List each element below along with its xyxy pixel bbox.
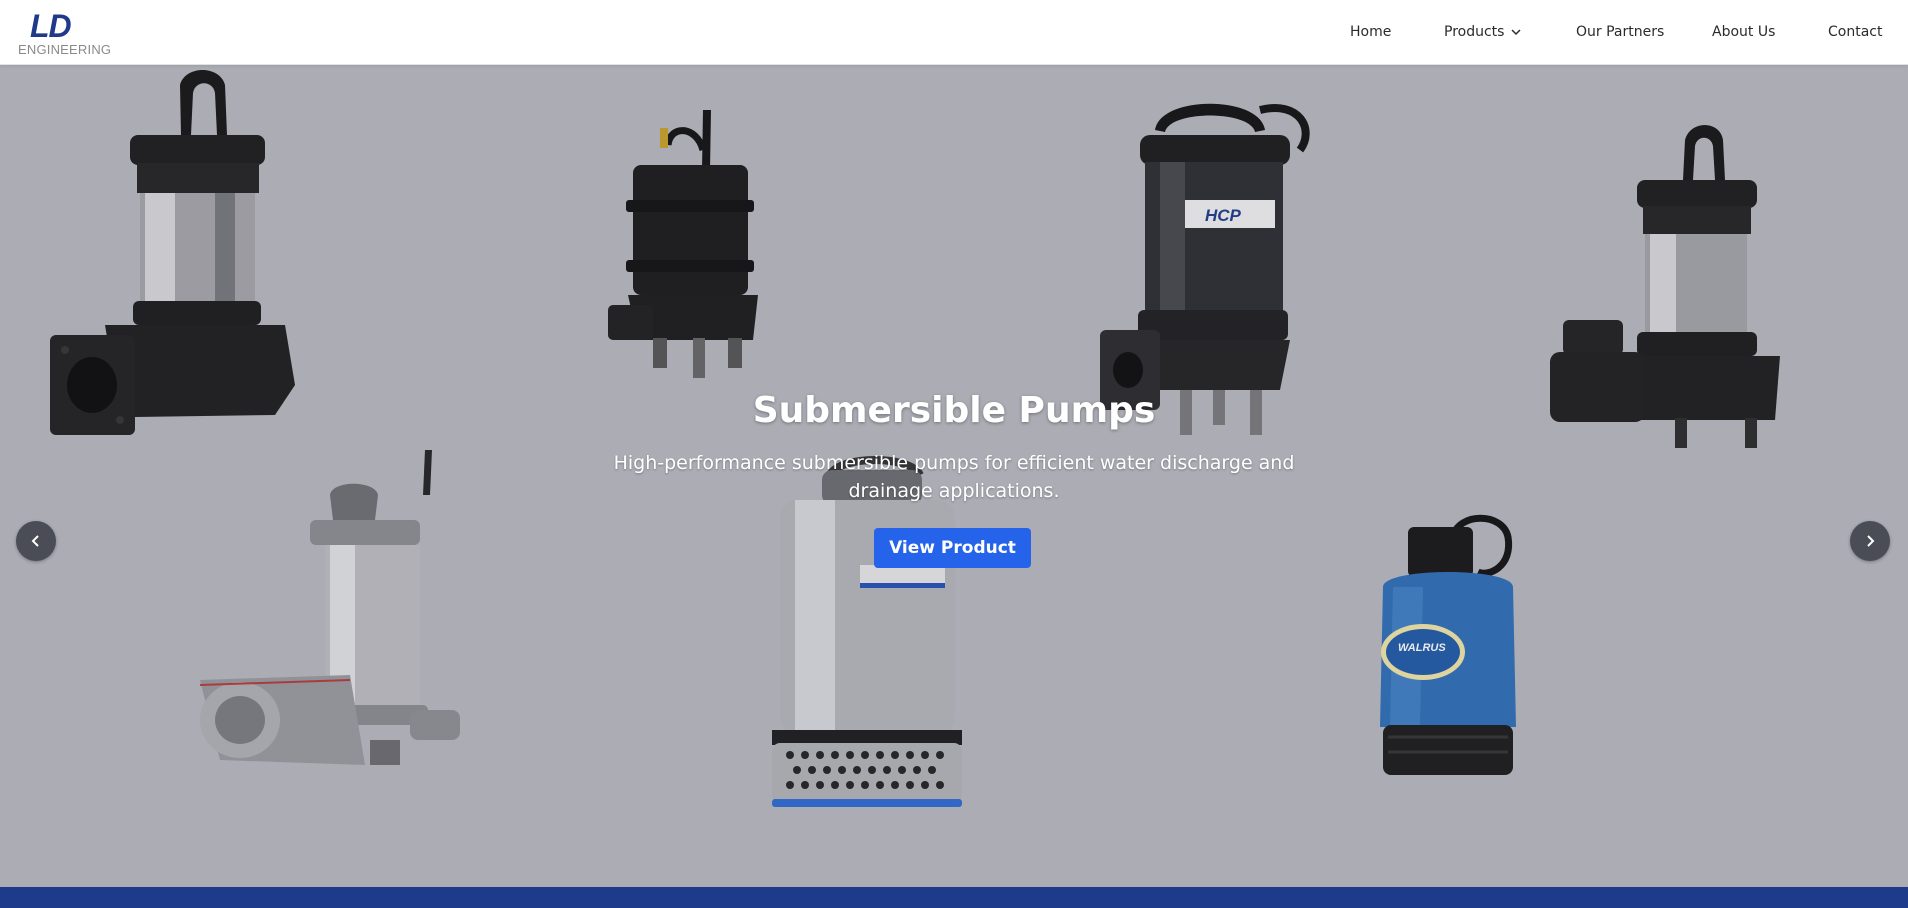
nav-contact[interactable]: Contact — [1828, 24, 1882, 40]
footer-band — [0, 887, 1908, 908]
hero-subtitle: High-performance submersible pumps for e… — [613, 452, 1295, 502]
nav-products[interactable]: Products — [1444, 24, 1522, 40]
carousel-prev-button[interactable] — [16, 521, 56, 561]
nav-our-partners[interactable]: Our Partners — [1576, 24, 1664, 40]
carousel-next-button[interactable] — [1850, 521, 1890, 561]
logo-subtitle: ENGINEERING — [18, 42, 112, 57]
logo[interactable]: LD ENGINEERING — [18, 8, 118, 58]
navbar: LD ENGINEERING Home Products Our Partner… — [0, 0, 1908, 65]
hero-carousel: HCP WALRUS Submersible Pumps High-perfor… — [0, 65, 1908, 887]
hero-title: Submersible Pumps — [752, 390, 1156, 431]
logo-mark: LD — [30, 8, 72, 44]
view-product-button[interactable]: View Product — [874, 528, 1031, 568]
chevron-left-icon — [31, 535, 39, 547]
nav-home[interactable]: Home — [1350, 24, 1391, 40]
nav-about-us[interactable]: About Us — [1712, 24, 1775, 40]
chevron-right-icon — [1867, 535, 1875, 547]
nav-products-label: Products — [1444, 24, 1505, 40]
chevron-down-icon — [1511, 29, 1521, 36]
